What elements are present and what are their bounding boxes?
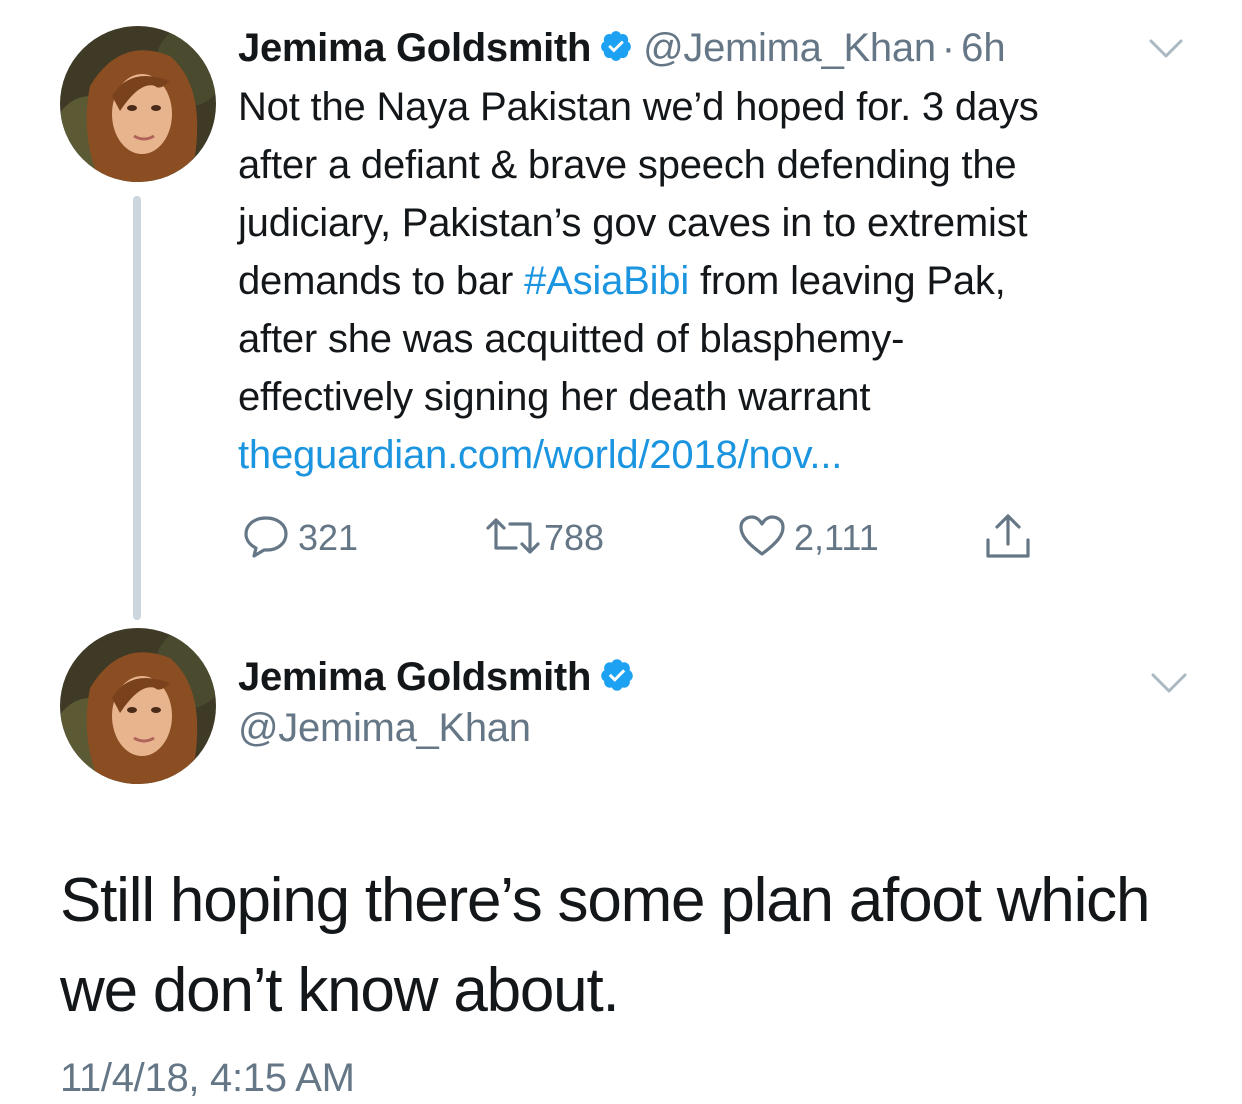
chevron-down-icon[interactable] [1150, 672, 1188, 701]
share-button[interactable] [982, 512, 1034, 564]
tweet-text-line: after she was acquitted of blasphemy- [238, 317, 905, 361]
author-name[interactable]: Jemima Goldsmith [238, 26, 591, 71]
reply-icon [240, 510, 292, 567]
tweet-text-line: Not the Naya Pakistan we’d hoped for. 3 … [238, 85, 1039, 129]
hashtag-link[interactable]: #AsiaBibi [524, 259, 689, 303]
author-handle[interactable]: @Jemima_Khan [643, 26, 936, 71]
verified-badge-icon [599, 29, 633, 68]
tweet-text-line: we don’t know about. [60, 956, 620, 1025]
text-segment: from leaving Pak, [689, 259, 1006, 303]
share-icon [982, 510, 1034, 567]
reply-button[interactable]: 321 [240, 512, 358, 564]
author-handle[interactable]: @Jemima_Khan [238, 706, 531, 751]
avatar-photo [60, 628, 216, 784]
tweet-text-line: effectively signing her death warrant [238, 375, 871, 419]
heart-icon [736, 510, 788, 567]
tweet-text-line: Still hoping there’s some plan afoot whi… [60, 866, 1150, 935]
avatar[interactable] [60, 26, 216, 182]
avatar-photo [60, 26, 216, 182]
like-button[interactable]: 2,111 [736, 512, 879, 564]
tweet-text-line: after a defiant & brave speech defending… [238, 143, 1017, 187]
verified-badge-icon [599, 657, 635, 698]
main-tweet-header: Jemima Goldsmith [238, 650, 645, 704]
tweet-timestamp[interactable]: 11/4/18, 4:15 AM [60, 1056, 355, 1101]
avatar[interactable] [60, 628, 216, 784]
separator-dot: · [941, 25, 956, 70]
author-name[interactable]: Jemima Goldsmith [238, 655, 591, 700]
thread-connector-line [133, 196, 141, 620]
retweet-count: 788 [544, 517, 605, 558]
tweet-time-ago[interactable]: 6h [961, 26, 1006, 71]
like-count: 2,111 [794, 517, 879, 558]
main-tweet-text: Still hoping there’s some plan afoot whi… [60, 856, 1200, 1036]
tweet-action-bar: 321 788 2,111 [240, 512, 1040, 564]
chevron-down-icon[interactable] [1148, 38, 1184, 65]
reply-tweet-header: Jemima Goldsmith @Jemima_Khan · 6h [238, 22, 1006, 74]
article-link[interactable]: theguardian.com/world/2018/nov... [238, 426, 1198, 484]
retweet-button[interactable]: 788 [482, 512, 604, 564]
text-segment: demands to bar [238, 259, 525, 303]
tweet-text-line: demands to bar #AsiaBibi from leaving Pa… [238, 252, 1198, 310]
tweet-text-line: judiciary, Pakistan’s gov caves in to ex… [238, 201, 1028, 245]
reply-tweet-text: Not the Naya Pakistan we’d hoped for. 3 … [238, 78, 1198, 484]
reply-count: 321 [298, 517, 359, 558]
retweet-icon [482, 510, 544, 567]
